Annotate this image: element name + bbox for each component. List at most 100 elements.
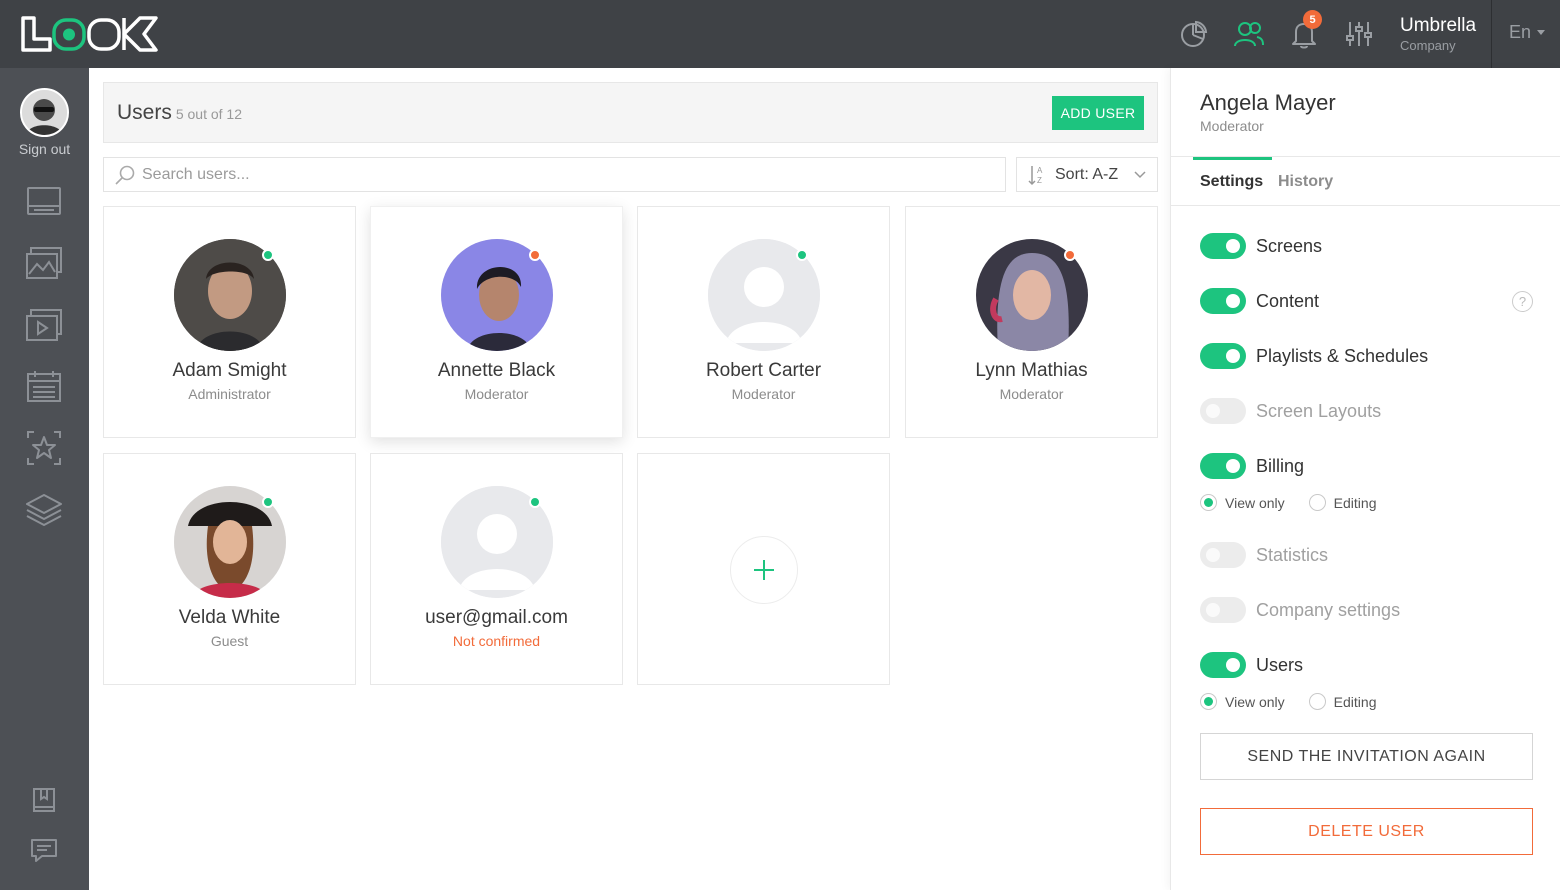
layers-icon[interactable] — [24, 490, 64, 530]
users-count: 5 out of 12 — [175, 106, 243, 122]
user-role: Guest — [210, 633, 249, 649]
svg-text:A: A — [1037, 166, 1043, 175]
toggle-playlists[interactable] — [1200, 343, 1246, 369]
svg-text:Z: Z — [1037, 176, 1042, 185]
search-bar — [103, 157, 1006, 192]
gallery-icon[interactable] — [24, 243, 64, 283]
permission-label: Statistics — [1256, 544, 1329, 565]
user-name: Velda White — [178, 607, 281, 628]
radio-dot — [1204, 697, 1213, 706]
user-card[interactable]: Velda White Guest — [103, 453, 356, 685]
chat-icon[interactable] — [24, 831, 64, 871]
permission-label: Screens — [1256, 235, 1323, 256]
radio-editing[interactable]: Editing — [1308, 693, 1377, 710]
radio-circle — [1308, 693, 1326, 710]
user-card[interactable]: Lynn Mathias Moderator — [905, 206, 1158, 438]
selected-user-role: Moderator — [1200, 118, 1264, 134]
user-details-panel: Angela Mayer Moderator Settings History … — [1170, 68, 1560, 890]
language-label: En — [1509, 22, 1532, 42]
toggle-screens[interactable] — [1200, 233, 1246, 259]
users-header: Users 5 out of 12 ADD USER — [103, 82, 1158, 143]
panel-tabs: Settings History — [1171, 156, 1560, 206]
screen-icon[interactable] — [24, 182, 64, 222]
radio-circle — [1200, 693, 1217, 710]
user-name: Adam Smight — [172, 360, 287, 381]
topbar-divider — [1491, 0, 1492, 68]
status-dot — [262, 496, 274, 508]
book-icon[interactable] — [24, 781, 64, 821]
user-card[interactable]: Robert Carter Moderator — [637, 206, 890, 438]
sliders-icon[interactable] — [1342, 17, 1376, 51]
search-input[interactable] — [142, 165, 992, 184]
radio-label: View only — [1225, 693, 1285, 710]
radio-label: Editing — [1333, 693, 1377, 710]
delete-user-button[interactable]: DELETE USER — [1200, 808, 1533, 855]
toggle-screen-layouts[interactable] — [1200, 398, 1246, 424]
user-card[interactable]: Adam Smight Administrator — [103, 206, 356, 438]
main-content: Users5 out of 12 ADD USER AZ Sort: A-Z A… — [89, 68, 1170, 890]
add-user-button[interactable]: ADD USER — [1052, 96, 1144, 130]
sort-select[interactable]: AZ Sort: A-Z — [1016, 157, 1158, 192]
sort-label: Sort: A-Z — [1055, 165, 1119, 183]
star-frame-icon[interactable] — [24, 428, 64, 468]
company-name: Umbrella — [1400, 15, 1477, 36]
user-role: Moderator — [731, 386, 796, 402]
toggle-knob — [1226, 658, 1240, 672]
page-title-text: Users — [117, 101, 172, 124]
toggle-content[interactable] — [1200, 288, 1246, 314]
radio-editing[interactable]: Editing — [1308, 494, 1376, 511]
status-dot — [262, 249, 274, 261]
users-access-radios: View only Editing — [1200, 693, 1390, 710]
permission-label: Screen Layouts — [1256, 400, 1382, 421]
sign-out-link[interactable]: Sign out — [0, 141, 89, 157]
calendar-icon[interactable] — [24, 366, 64, 406]
permission-label: Playlists & Schedules — [1256, 345, 1429, 366]
tab-settings[interactable]: Settings — [1200, 173, 1263, 191]
permission-playlists: Playlists & Schedules — [1200, 343, 1428, 369]
status-dot — [796, 249, 808, 261]
top-bar: 5 Umbrella Company En — [0, 0, 1560, 68]
language-select[interactable]: En — [1509, 22, 1546, 43]
add-user-card[interactable] — [637, 453, 890, 685]
caret-down-icon — [1537, 30, 1546, 35]
plus-icon[interactable] — [730, 536, 798, 604]
toggle-billing[interactable] — [1200, 453, 1246, 479]
toggle-users[interactable] — [1200, 652, 1246, 678]
chevron-down-icon — [1134, 170, 1146, 179]
video-icon[interactable] — [24, 305, 64, 345]
company-switcher[interactable]: Umbrella Company — [1400, 14, 1476, 54]
permission-users: Users — [1200, 652, 1303, 678]
user-card-selected[interactable]: Annette Black Moderator — [370, 206, 623, 438]
selected-user-name: Angela Mayer — [1200, 90, 1336, 115]
users-icon[interactable] — [1232, 17, 1266, 51]
user-role: Administrator — [188, 386, 271, 402]
toggle-statistics[interactable] — [1200, 542, 1246, 568]
permission-company-settings: Company settings — [1200, 597, 1400, 623]
permission-screen-layouts: Screen Layouts — [1200, 398, 1381, 424]
radio-view-only[interactable]: View only — [1200, 494, 1285, 511]
user-role: Moderator — [464, 386, 529, 402]
toggle-company-settings[interactable] — [1200, 597, 1246, 623]
status-dot — [1064, 249, 1076, 261]
toggle-knob — [1226, 294, 1240, 308]
status-dot — [529, 249, 541, 261]
toggle-knob — [1226, 349, 1240, 363]
status-dot — [529, 496, 541, 508]
sidebar: Sign out — [0, 68, 89, 890]
tab-history[interactable]: History — [1278, 173, 1333, 191]
radio-dot — [1204, 498, 1213, 507]
search-icon — [114, 164, 136, 186]
permission-statistics: Statistics — [1200, 542, 1328, 568]
toggle-knob — [1206, 603, 1220, 617]
send-invitation-button[interactable]: SEND THE INVITATION AGAIN — [1200, 733, 1533, 780]
app-logo[interactable] — [20, 14, 160, 54]
radio-view-only[interactable]: View only — [1200, 693, 1285, 710]
radio-circle — [1200, 494, 1217, 511]
user-card[interactable]: user@gmail.com Not confirmed — [370, 453, 623, 685]
pie-chart-icon[interactable] — [1177, 17, 1211, 51]
current-user-avatar[interactable] — [20, 88, 69, 137]
toggle-knob — [1206, 404, 1220, 418]
help-icon[interactable]: ? — [1512, 291, 1533, 312]
user-name: user@gmail.com — [425, 607, 568, 628]
user-role: Moderator — [999, 386, 1064, 402]
